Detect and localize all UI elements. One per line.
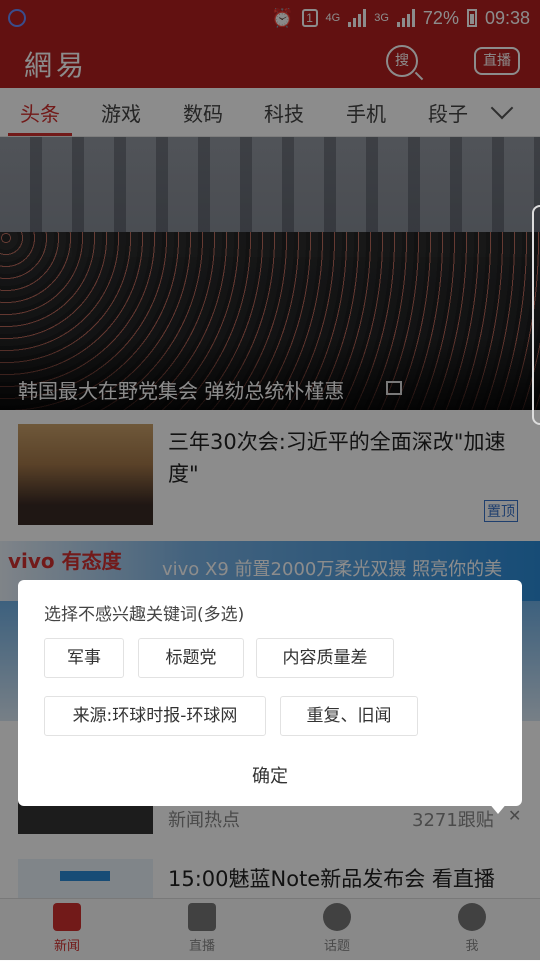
- dialog-pointer: [488, 802, 508, 814]
- keyword-source[interactable]: 来源:环球时报-环球网: [44, 696, 266, 736]
- modal-overlay[interactable]: [0, 0, 540, 960]
- confirm-button[interactable]: 确定: [18, 762, 522, 788]
- keyword-military[interactable]: 军事: [44, 638, 124, 678]
- dialog-title: 选择不感兴趣关键词(多选): [44, 605, 245, 625]
- keyword-low-quality[interactable]: 内容质量差: [256, 638, 394, 678]
- keyword-clickbait[interactable]: 标题党: [138, 638, 244, 678]
- dislike-dialog: 选择不感兴趣关键词(多选) 军事 标题党 内容质量差 来源:环球时报-环球网 重…: [18, 580, 522, 806]
- keyword-duplicate[interactable]: 重复、旧闻: [280, 696, 418, 736]
- edge-panel-handle[interactable]: [532, 205, 540, 425]
